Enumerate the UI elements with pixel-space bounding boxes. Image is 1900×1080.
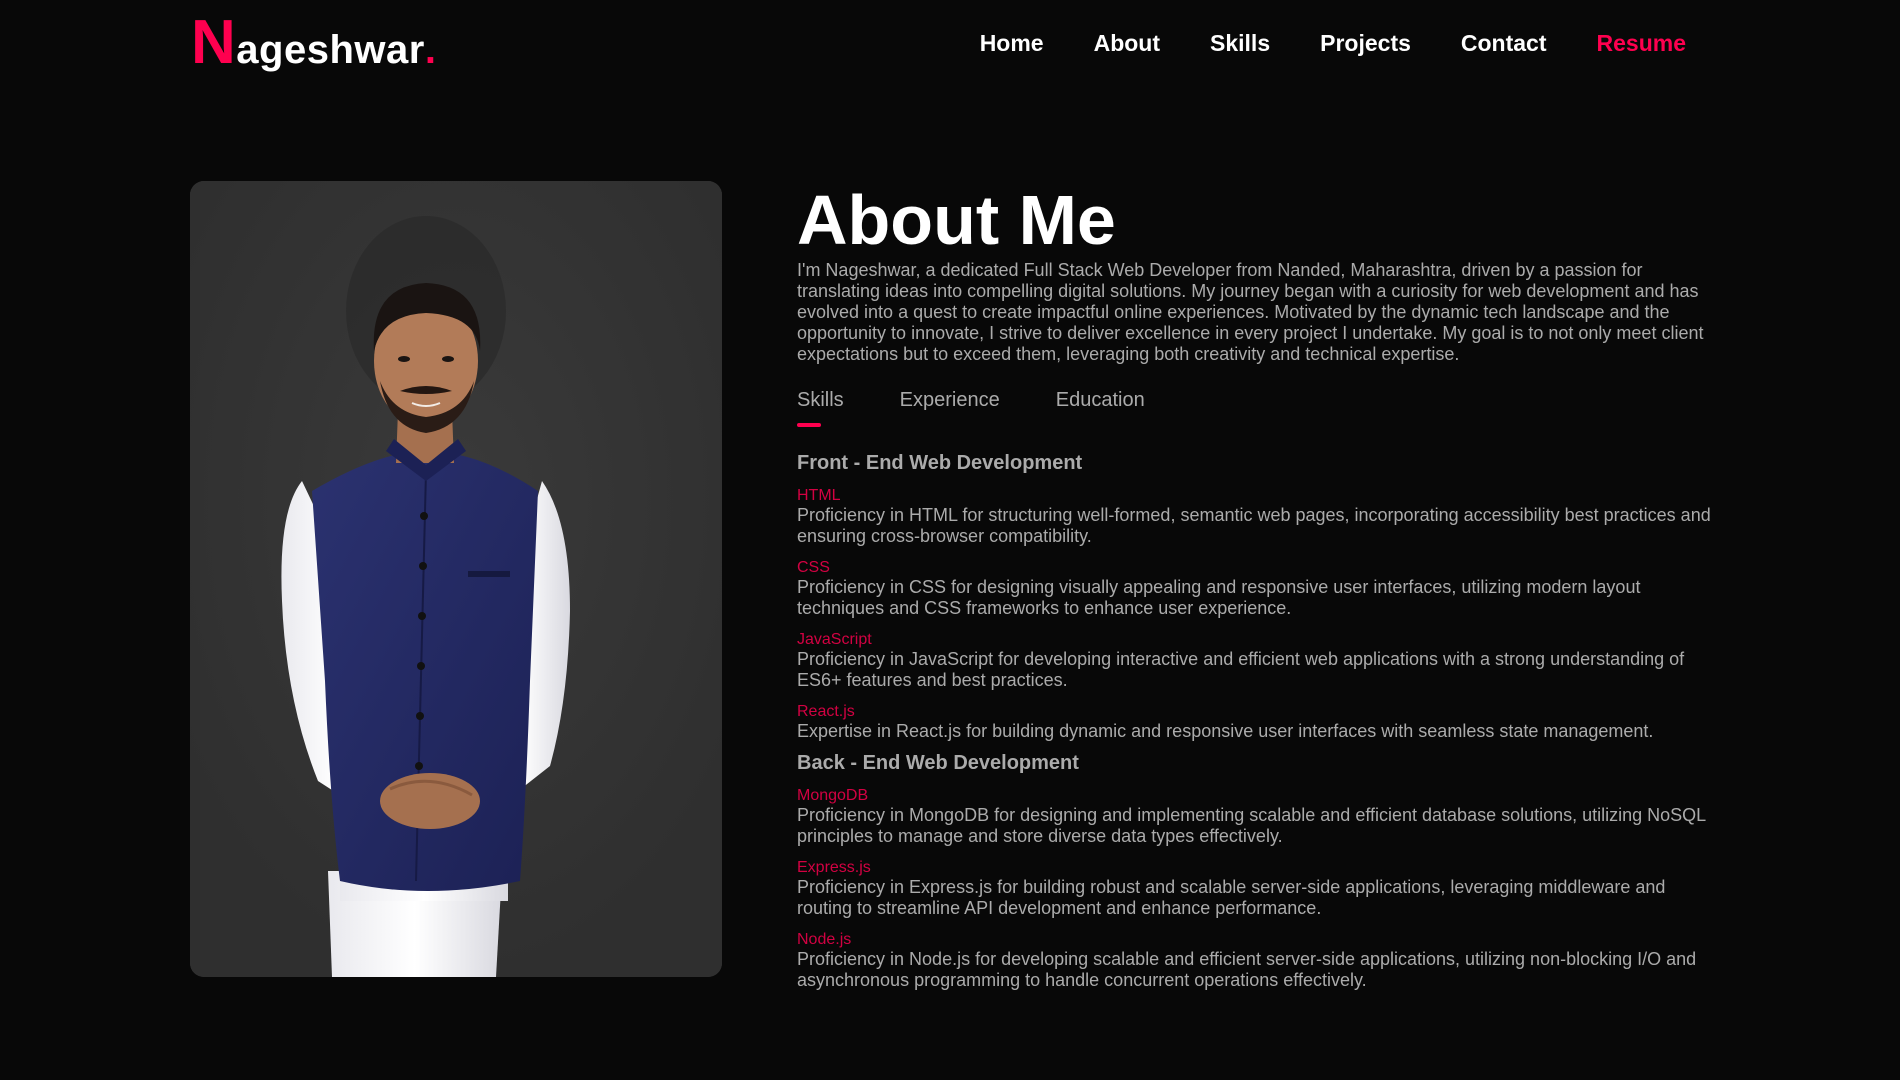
brand-logo[interactable]: N ageshwar . — [191, 12, 436, 74]
nav-resume-link[interactable]: Resume — [1597, 30, 1686, 57]
skill-item-css: CSS Proficiency in CSS for designing vis… — [797, 558, 1717, 619]
page-title: About Me — [797, 181, 1116, 259]
skill-name: JavaScript — [797, 631, 872, 648]
skill-description: Proficiency in HTML for structuring well… — [797, 505, 1711, 546]
skill-name: Node.js — [797, 931, 852, 948]
skill-name: Express.js — [797, 859, 871, 876]
nav-projects-link[interactable]: Projects — [1320, 30, 1411, 57]
about-tabs: Skills Experience Education — [797, 389, 1717, 429]
tab-skills[interactable]: Skills — [797, 389, 844, 429]
nav-about-link[interactable]: About — [1094, 30, 1160, 57]
about-intro: I'm Nageshwar, a dedicated Full Stack We… — [797, 260, 1704, 364]
skill-description: Expertise in React.js for building dynam… — [797, 721, 1654, 741]
skill-description: Proficiency in CSS for designing visuall… — [797, 577, 1641, 618]
about-section: About Me I'm Nageshwar, a dedicated Full… — [797, 180, 1717, 1002]
skill-item-reactjs: React.js Expertise in React.js for build… — [797, 702, 1717, 742]
skill-item-nodejs: Node.js Proficiency in Node.js for devel… — [797, 930, 1717, 991]
skill-name: CSS — [797, 559, 830, 576]
skills-panel: Front - End Web Development HTML Profici… — [797, 451, 1717, 991]
skill-item-mongodb: MongoDB Proficiency in MongoDB for desig… — [797, 786, 1717, 847]
nav-skills-link[interactable]: Skills — [1210, 30, 1270, 57]
profile-photo — [190, 181, 722, 977]
logo-initial: N — [191, 8, 237, 77]
skill-item-javascript: JavaScript Proficiency in JavaScript for… — [797, 630, 1717, 691]
nav-contact-link[interactable]: Contact — [1461, 30, 1547, 57]
tab-experience[interactable]: Experience — [900, 389, 1000, 429]
skill-name: MongoDB — [797, 787, 869, 804]
tab-education[interactable]: Education — [1056, 389, 1145, 429]
skill-description: Proficiency in Node.js for developing sc… — [797, 949, 1697, 990]
main-nav: Home About Skills Projects Contact Resum… — [930, 30, 1686, 57]
skill-description: Proficiency in JavaScript for developing… — [797, 649, 1685, 690]
skill-description: Proficiency in Express.js for building r… — [797, 877, 1666, 918]
logo-text: ageshwar — [236, 28, 425, 72]
skill-item-expressjs: Express.js Proficiency in Express.js for… — [797, 858, 1717, 919]
logo-dot: . — [424, 28, 437, 72]
frontend-title: Front - End Web Development — [797, 452, 1083, 474]
skill-name: React.js — [797, 703, 855, 720]
page: N ageshwar . Home About Skills Projects … — [0, 0, 1900, 1080]
nav-home-link[interactable]: Home — [980, 30, 1044, 57]
backend-title: Back - End Web Development — [797, 752, 1079, 774]
skill-item-html: HTML Proficiency in HTML for structuring… — [797, 486, 1717, 547]
skill-name: HTML — [797, 487, 841, 504]
skill-description: Proficiency in MongoDB for designing and… — [797, 805, 1706, 846]
person-illustration — [190, 181, 722, 977]
